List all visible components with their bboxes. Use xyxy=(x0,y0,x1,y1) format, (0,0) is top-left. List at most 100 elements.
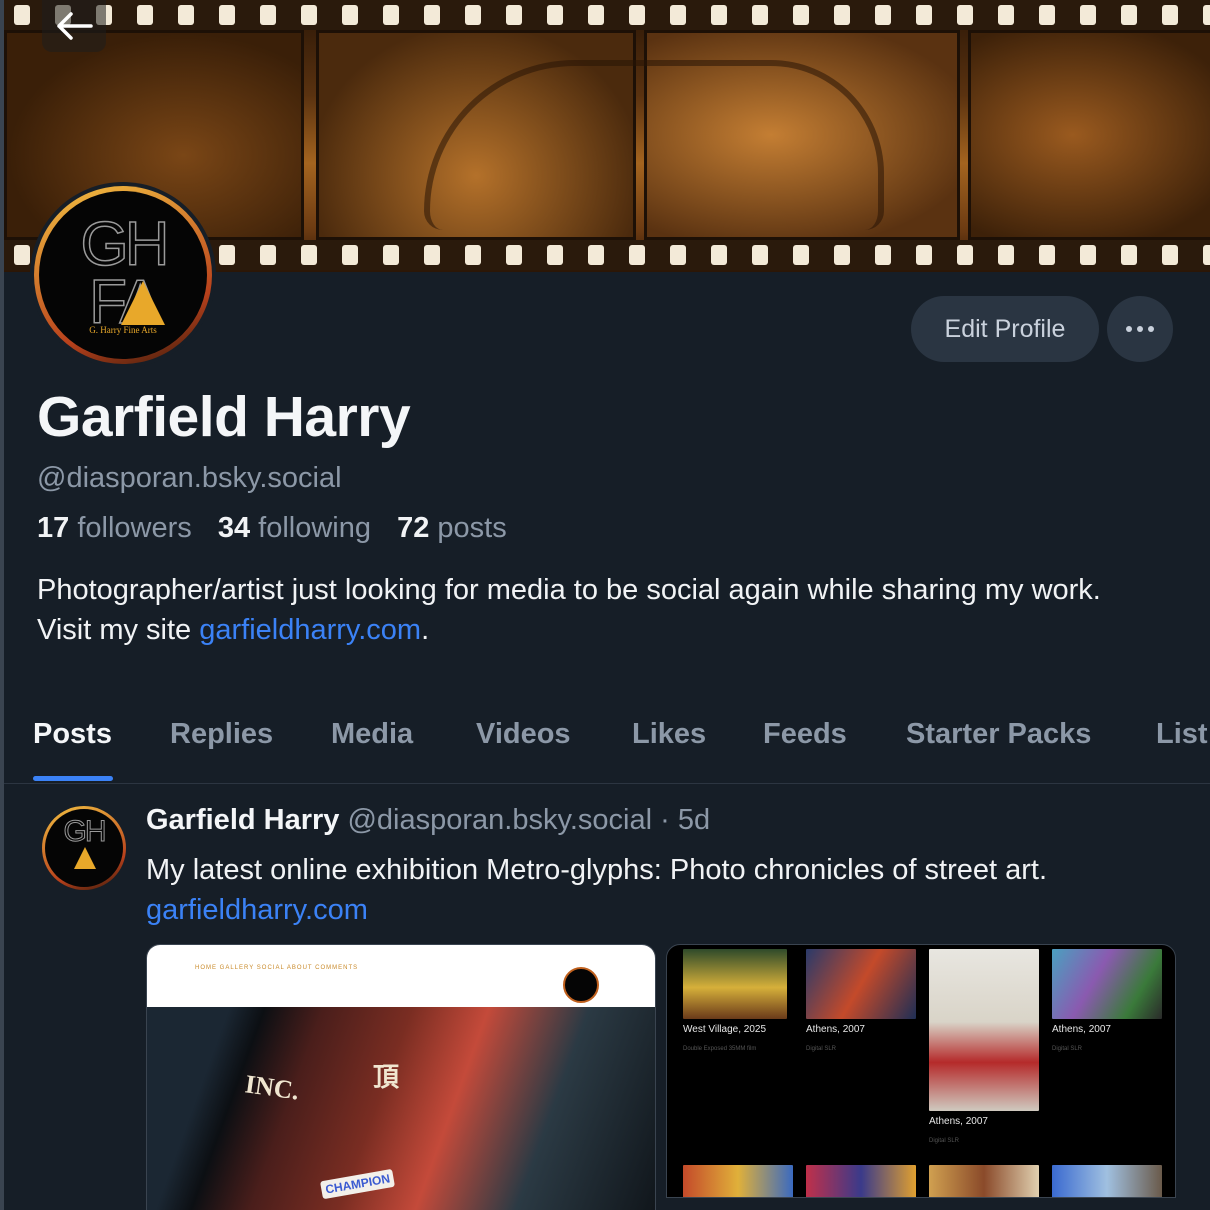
photo-sign-text: CHAMPION xyxy=(319,1168,396,1200)
film-sprocket-hole xyxy=(875,5,891,25)
film-sprocket-hole xyxy=(588,5,604,25)
film-sprocket-hole xyxy=(752,5,768,25)
film-sprocket-hole xyxy=(506,5,522,25)
gallery-caption: Athens, 2007 xyxy=(929,1116,988,1127)
posts-stat: 72 posts xyxy=(397,512,507,544)
gallery-caption: West Village, 2025 xyxy=(683,1024,767,1035)
film-sprocket-strip xyxy=(4,0,1210,30)
film-sprocket-hole xyxy=(465,245,481,265)
following-label: following xyxy=(258,512,371,544)
post-link[interactable]: garfieldharry.com xyxy=(146,890,1186,930)
gallery-subcaption: Digital SLR xyxy=(806,1046,837,1052)
bio-end: . xyxy=(421,614,430,646)
film-sprocket-hole xyxy=(14,245,30,265)
followers-stat[interactable]: 17 followers xyxy=(37,512,192,544)
film-sprocket-hole xyxy=(670,245,686,265)
bio-website-link[interactable]: garfieldharry.com xyxy=(199,614,421,646)
film-sprocket-hole xyxy=(1039,245,1055,265)
film-sprocket-hole xyxy=(957,5,973,25)
post-timestamp[interactable]: 5d xyxy=(678,804,710,836)
film-sprocket-hole xyxy=(670,5,686,25)
film-sprocket-hole xyxy=(424,245,440,265)
post-text: My latest online exhibition Metro-glyphs… xyxy=(146,854,1048,886)
post-image-website-screenshot[interactable]: HOME GALLERY SOCIAL ABOUT COMMENTS INC. … xyxy=(146,944,656,1210)
film-sprocket-hole xyxy=(916,245,932,265)
film-sprocket-hole xyxy=(547,5,563,25)
film-sprocket-hole xyxy=(834,5,850,25)
post-image-gallery-screenshot[interactable]: West Village, 2025 Double Exposed 35MM f… xyxy=(666,944,1176,1198)
post-body: My latest online exhibition Metro-glyphs… xyxy=(146,850,1186,930)
gallery-thumbnail xyxy=(806,949,916,1019)
posts-count: 72 xyxy=(397,512,430,544)
tab-posts[interactable]: Posts xyxy=(33,718,112,751)
gallery-thumbnail xyxy=(683,1165,793,1197)
embed-site-nav: HOME GALLERY SOCIAL ABOUT COMMENTS xyxy=(147,945,655,1007)
tab-lists[interactable]: List xyxy=(1156,718,1208,751)
film-sprocket-hole xyxy=(1203,245,1210,265)
logo-subtitle: G. Harry Fine Arts xyxy=(89,325,157,335)
profile-screen: GH FA G. Harry Fine Arts Edit Profile Ga… xyxy=(4,0,1210,1210)
followers-count: 17 xyxy=(37,512,70,544)
active-tab-indicator xyxy=(33,776,113,781)
film-sprocket-hole xyxy=(1080,245,1096,265)
gallery-subcaption: Digital SLR xyxy=(1052,1046,1083,1052)
film-sprocket-hole xyxy=(301,245,317,265)
film-sprocket-hole xyxy=(1039,5,1055,25)
tab-likes[interactable]: Likes xyxy=(632,718,706,751)
film-sprocket-hole xyxy=(260,5,276,25)
profile-bio: Photographer/artist just looking for med… xyxy=(37,570,1157,650)
film-sprocket-hole xyxy=(137,5,153,25)
film-sprocket-hole xyxy=(1121,5,1137,25)
post-author-name[interactable]: Garfield Harry xyxy=(146,804,339,836)
logo-triangle-icon xyxy=(121,281,165,325)
film-sprocket-hole xyxy=(424,5,440,25)
film-sprocket-hole xyxy=(383,245,399,265)
logo-triangle-icon xyxy=(74,847,96,869)
following-stat[interactable]: 34 following xyxy=(218,512,371,544)
gallery-subcaption: Digital SLR xyxy=(929,1138,960,1144)
film-sprocket-hole xyxy=(260,245,276,265)
tab-media[interactable]: Media xyxy=(331,718,413,751)
film-sprocket-hole xyxy=(1080,5,1096,25)
gallery-caption: Athens, 2007 xyxy=(1052,1024,1111,1035)
back-button[interactable] xyxy=(42,0,106,52)
embed-logo-icon xyxy=(563,967,599,1003)
film-sprocket-hole xyxy=(875,245,891,265)
film-sprocket-hole xyxy=(1162,245,1178,265)
post-author-avatar[interactable]: GH xyxy=(42,806,126,890)
profile-tabs: Posts Replies Media Videos Likes Feeds S… xyxy=(4,700,1210,784)
film-sprocket-hole xyxy=(998,5,1014,25)
more-options-button[interactable] xyxy=(1107,296,1173,362)
tab-replies[interactable]: Replies xyxy=(170,718,273,751)
post-author-handle[interactable]: @diasporan.bsky.social xyxy=(347,804,652,836)
film-sprocket-hole xyxy=(711,245,727,265)
film-sprocket-hole xyxy=(752,245,768,265)
gallery-thumbnail xyxy=(1052,949,1162,1019)
banner-train-silhouette xyxy=(424,60,884,230)
gallery-caption: Athens, 2007 xyxy=(806,1024,865,1035)
tab-feeds[interactable]: Feeds xyxy=(763,718,847,751)
film-sprocket-hole xyxy=(629,5,645,25)
profile-display-name: Garfield Harry xyxy=(37,385,411,449)
film-sprocket-hole xyxy=(1203,5,1210,25)
edit-profile-button[interactable]: Edit Profile xyxy=(911,296,1099,362)
film-sprocket-hole xyxy=(465,5,481,25)
profile-avatar[interactable]: GH FA G. Harry Fine Arts xyxy=(30,182,216,368)
tab-starter-packs[interactable]: Starter Packs xyxy=(906,718,1091,751)
bio-text: Photographer/artist just looking for med… xyxy=(37,574,1101,646)
film-sprocket-hole xyxy=(14,5,30,25)
profile-stats: 17 followers 34 following 72 posts xyxy=(37,512,525,545)
film-sprocket-hole xyxy=(342,245,358,265)
posts-label: posts xyxy=(437,512,507,544)
tab-videos[interactable]: Videos xyxy=(476,718,571,751)
film-sprocket-hole xyxy=(793,245,809,265)
film-sprocket-hole xyxy=(793,5,809,25)
photo-sign-text: INC. xyxy=(243,1069,301,1106)
following-count: 34 xyxy=(217,512,251,544)
post-avatar-letters: GH xyxy=(63,815,107,849)
film-sprocket-hole xyxy=(301,5,317,25)
film-sprocket-hole xyxy=(629,245,645,265)
gallery-thumbnail xyxy=(1052,1165,1162,1197)
embed-nav-links: HOME GALLERY SOCIAL ABOUT COMMENTS xyxy=(195,965,359,971)
film-sprocket-hole xyxy=(711,5,727,25)
